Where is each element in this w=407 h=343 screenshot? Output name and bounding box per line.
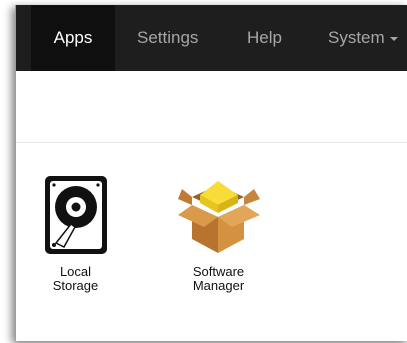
app-label: Local Storage	[52, 264, 99, 293]
nav-tab-system-label: System	[328, 28, 385, 47]
section-divider	[16, 142, 407, 143]
hard-drive-icon	[44, 176, 107, 254]
nav-tab-system[interactable]: System	[328, 5, 398, 71]
nav-tab-settings[interactable]: Settings	[137, 5, 198, 71]
caret-down-icon	[389, 36, 398, 41]
top-navbar: Apps Settings Help System	[16, 5, 407, 71]
nav-tab-apps[interactable]: Apps	[31, 5, 115, 71]
nav-tab-help[interactable]: Help	[247, 5, 282, 71]
app-local-storage[interactable]: Local Storage	[28, 175, 123, 293]
app-window: Apps Settings Help System Local Storage	[15, 5, 407, 341]
app-software-manager[interactable]: Software Manager	[171, 175, 266, 293]
package-box-icon	[177, 181, 260, 253]
app-label: Software Manager	[192, 264, 245, 293]
